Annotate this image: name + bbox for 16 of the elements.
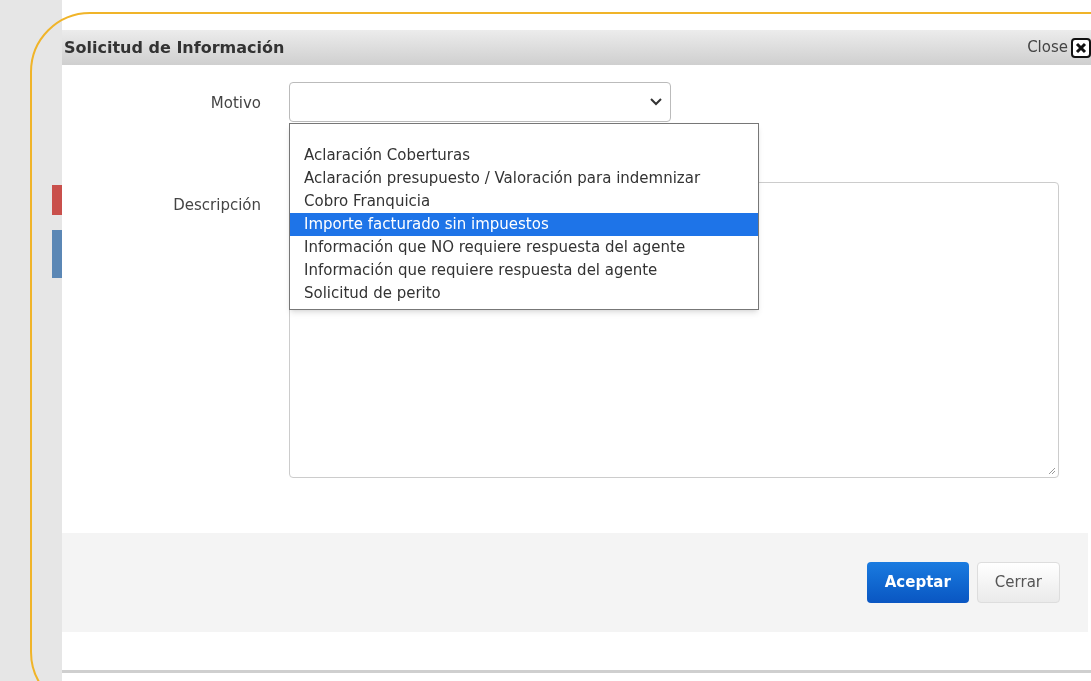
close-button[interactable]: Close	[1027, 36, 1091, 59]
dropdown-option[interactable]: Importe facturado sin impuestos	[290, 213, 758, 236]
dialog-title: Solicitud de Información	[64, 36, 285, 59]
accept-button[interactable]: Aceptar	[866, 562, 969, 603]
chevron-down-icon	[650, 98, 662, 106]
close-dialog-button[interactable]: Cerrar	[976, 562, 1060, 603]
dropdown-option[interactable]: Información que requiere respuesta del agente	[290, 259, 758, 282]
close-icon	[1071, 37, 1091, 58]
dropdown-option[interactable]: Cobro Franquicia	[290, 190, 758, 213]
dropdown-option[interactable]: Información que NO requiere respuesta del agente	[290, 236, 758, 259]
dropdown-option[interactable]: Solicitud de perito	[290, 282, 758, 305]
dropdown-option[interactable]: Aclaración Coberturas	[290, 144, 758, 167]
dropdown-option[interactable]: Aclaración presupuesto / Valoración para indemnizar	[290, 167, 758, 190]
field-label: Descripción	[172, 195, 262, 216]
resize-handle-icon	[1048, 467, 1056, 475]
field-label: Motivo	[209, 93, 262, 114]
